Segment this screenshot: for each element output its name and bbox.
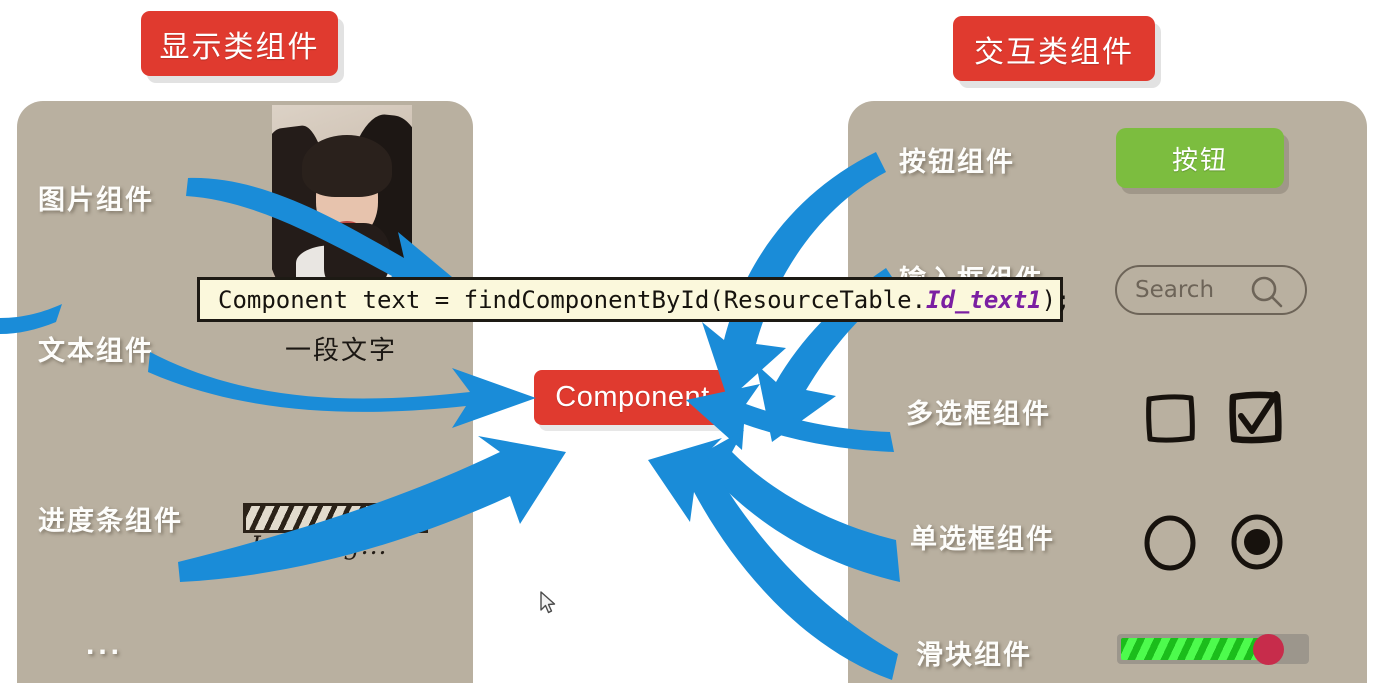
label-slider-component: 滑块组件 xyxy=(916,640,1032,670)
image-component-thumbnail xyxy=(272,105,412,280)
center-node-label: Component xyxy=(555,381,710,413)
badge-display-components: 显示类组件 xyxy=(141,11,338,76)
center-component-node: Component xyxy=(534,370,731,425)
radio-selected-icon[interactable] xyxy=(1228,512,1286,577)
text-component-sample: 一段文字 xyxy=(284,335,397,365)
badge-interactive-label: 交互类组件 xyxy=(974,35,1134,69)
code-suffix: ); xyxy=(1041,285,1071,314)
label-image-component: 图片组件 xyxy=(38,185,154,215)
code-highlight-id: Id_text1 xyxy=(926,285,1042,314)
button-demo-label: 按钮 xyxy=(1171,144,1228,175)
search-input-demo[interactable]: Search xyxy=(1115,265,1307,315)
slider-knob[interactable] xyxy=(1253,634,1284,665)
slider-component-demo[interactable] xyxy=(1117,634,1309,665)
code-callout: Component text = findComponentById(Resou… xyxy=(197,277,1071,322)
search-icon xyxy=(1247,275,1287,314)
search-placeholder: Search xyxy=(1135,277,1215,303)
code-text: Component text = findComponentById(Resou… xyxy=(218,286,1071,314)
label-text-component: 文本组件 xyxy=(38,336,154,366)
badge-display-label: 显示类组件 xyxy=(159,30,320,64)
diagram-canvas: 一段文字 Loading... 图片组件 文本组件 进度条组件 ... 按钮 S… xyxy=(0,0,1384,683)
label-radio-component: 单选框组件 xyxy=(910,524,1055,554)
slider-fill xyxy=(1121,638,1273,660)
button-component-demo[interactable]: 按钮 xyxy=(1116,128,1284,188)
checkbox-checked-icon[interactable] xyxy=(1226,386,1286,453)
checkbox-unchecked-icon[interactable] xyxy=(1143,389,1199,452)
radio-unselected-icon[interactable] xyxy=(1141,513,1199,578)
label-button-component: 按钮组件 xyxy=(899,147,1015,177)
label-checkbox-component: 多选框组件 xyxy=(906,399,1051,429)
mouse-cursor xyxy=(539,590,559,623)
code-prefix: Component text = findComponentById(Resou… xyxy=(218,285,927,314)
loading-label: Loading... xyxy=(251,531,388,560)
badge-interactive-components: 交互类组件 xyxy=(953,16,1155,81)
progress-bar-illustration xyxy=(243,503,428,533)
label-progress-component: 进度条组件 xyxy=(38,506,183,536)
label-more-ellipsis: ... xyxy=(86,628,124,661)
